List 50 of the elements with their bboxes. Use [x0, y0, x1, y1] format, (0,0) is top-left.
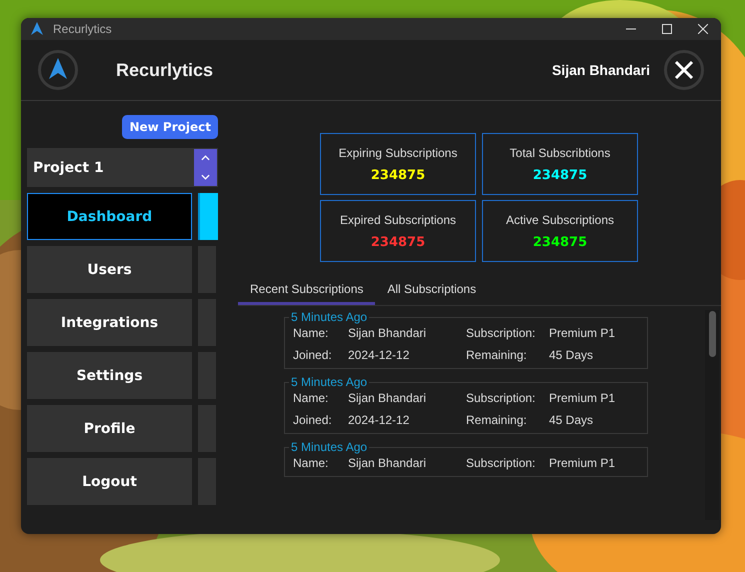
user-name: Sijan Bhandari — [552, 62, 650, 78]
window-title: Recurlytics — [53, 22, 112, 36]
field-label: Name: — [293, 391, 330, 405]
stat-title: Expired Subscriptions — [340, 212, 456, 226]
field-label: Name: — [293, 326, 330, 340]
entry-time: 5 Minutes Ago — [290, 375, 368, 389]
stat-title: Total Subscribtions — [510, 146, 610, 160]
field-label: Subscription: — [466, 456, 536, 470]
app-logo-icon — [38, 50, 78, 90]
field-value: 2024-12-12 — [348, 348, 410, 362]
field-label: Subscription: — [466, 391, 536, 405]
tab[interactable]: All Subscriptions — [375, 276, 488, 305]
nav-item[interactable]: Logout — [27, 458, 192, 505]
field-value: Sijan Bhandari — [348, 456, 428, 470]
field-value: Sijan Bhandari — [348, 326, 428, 340]
up-caret-icon[interactable] — [201, 155, 210, 162]
app-name: Recurlytics — [116, 60, 214, 80]
nav-item[interactable]: Profile — [27, 405, 192, 452]
field-label: Name: — [293, 456, 330, 470]
app-logo-icon — [31, 22, 43, 36]
entry-time: 5 Minutes Ago — [290, 440, 368, 454]
field-value: 45 Days — [549, 413, 594, 427]
scrollbar-thumb[interactable] — [708, 311, 716, 357]
stat-title: Active Subscriptions — [506, 212, 614, 226]
stat-title: Expiring Subscriptions — [338, 146, 458, 160]
field-label: Remaining: — [466, 348, 528, 362]
new-project-button[interactable]: New Project — [122, 115, 218, 139]
down-caret-icon[interactable] — [201, 174, 210, 180]
field-label: Joined: — [293, 413, 333, 427]
project-selector[interactable]: Project 1 — [27, 148, 218, 187]
nav-item[interactable]: Users — [27, 246, 192, 293]
entry-time: 5 Minutes Ago — [290, 310, 368, 324]
field-value: 2024-12-12 — [348, 413, 410, 427]
nav-item[interactable]: Integrations — [27, 299, 192, 346]
stat-value: 234875 — [532, 168, 588, 182]
tab[interactable]: Recent Subscriptions — [238, 276, 376, 305]
stat-value: 234875 — [370, 234, 426, 250]
field-value: Premium P1 — [549, 391, 616, 405]
field-label: Remaining: — [466, 413, 528, 427]
nav-item[interactable]: Settings — [27, 352, 192, 399]
field-label: Joined: — [293, 348, 333, 362]
field-value: Premium P1 — [549, 326, 616, 340]
nav-item[interactable]: Dashboard — [27, 193, 192, 240]
stat-value: 234875 — [370, 168, 426, 182]
field-value: Premium P1 — [549, 456, 616, 470]
field-value: 45 Days — [549, 348, 594, 362]
field-value: Sijan Bhandari — [348, 391, 428, 405]
field-label: Subscription: — [466, 326, 536, 340]
stat-value: 234875 — [532, 234, 588, 250]
close-icon[interactable] — [664, 50, 704, 90]
